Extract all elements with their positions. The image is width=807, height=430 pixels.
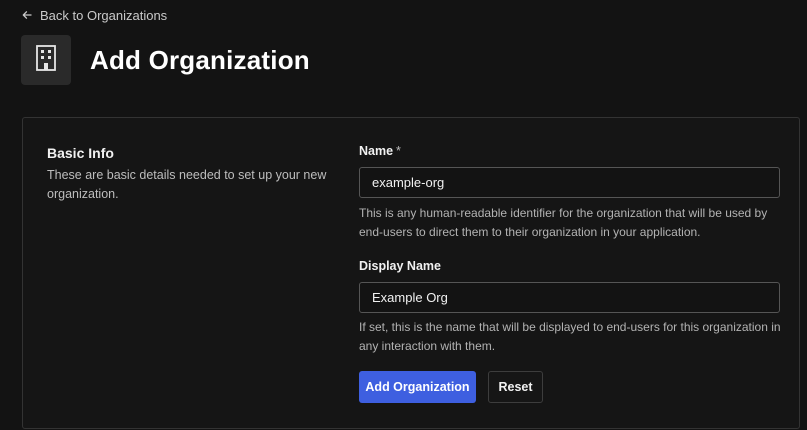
display-name-input[interactable]: [359, 282, 780, 313]
section-title: Basic Info: [47, 145, 114, 161]
add-organization-button[interactable]: Add Organization: [359, 371, 476, 403]
arrow-left-icon: [22, 10, 32, 20]
reset-button[interactable]: Reset: [488, 371, 543, 403]
display-name-help-text: If set, this is the name that will be di…: [359, 320, 781, 353]
required-marker: *: [396, 144, 401, 158]
organization-form-card: Basic Info These are basic details neede…: [22, 117, 800, 429]
name-help-text: This is any human-readable identifier fo…: [359, 206, 768, 239]
name-field-label: Name *: [359, 144, 401, 158]
organization-avatar: [21, 35, 71, 85]
back-to-organizations-link[interactable]: Back to Organizations: [22, 7, 167, 23]
name-input[interactable]: [359, 167, 780, 198]
page-header: Add Organization: [21, 35, 310, 85]
display-name-label-text: Display Name: [359, 259, 441, 273]
display-name-field-label: Display Name: [359, 259, 441, 273]
building-icon: [35, 44, 57, 76]
back-link-label: Back to Organizations: [40, 7, 168, 23]
section-description: These are basic details needed to set up…: [47, 168, 327, 201]
page-title: Add Organization: [90, 44, 310, 75]
name-label-text: Name: [359, 144, 394, 158]
